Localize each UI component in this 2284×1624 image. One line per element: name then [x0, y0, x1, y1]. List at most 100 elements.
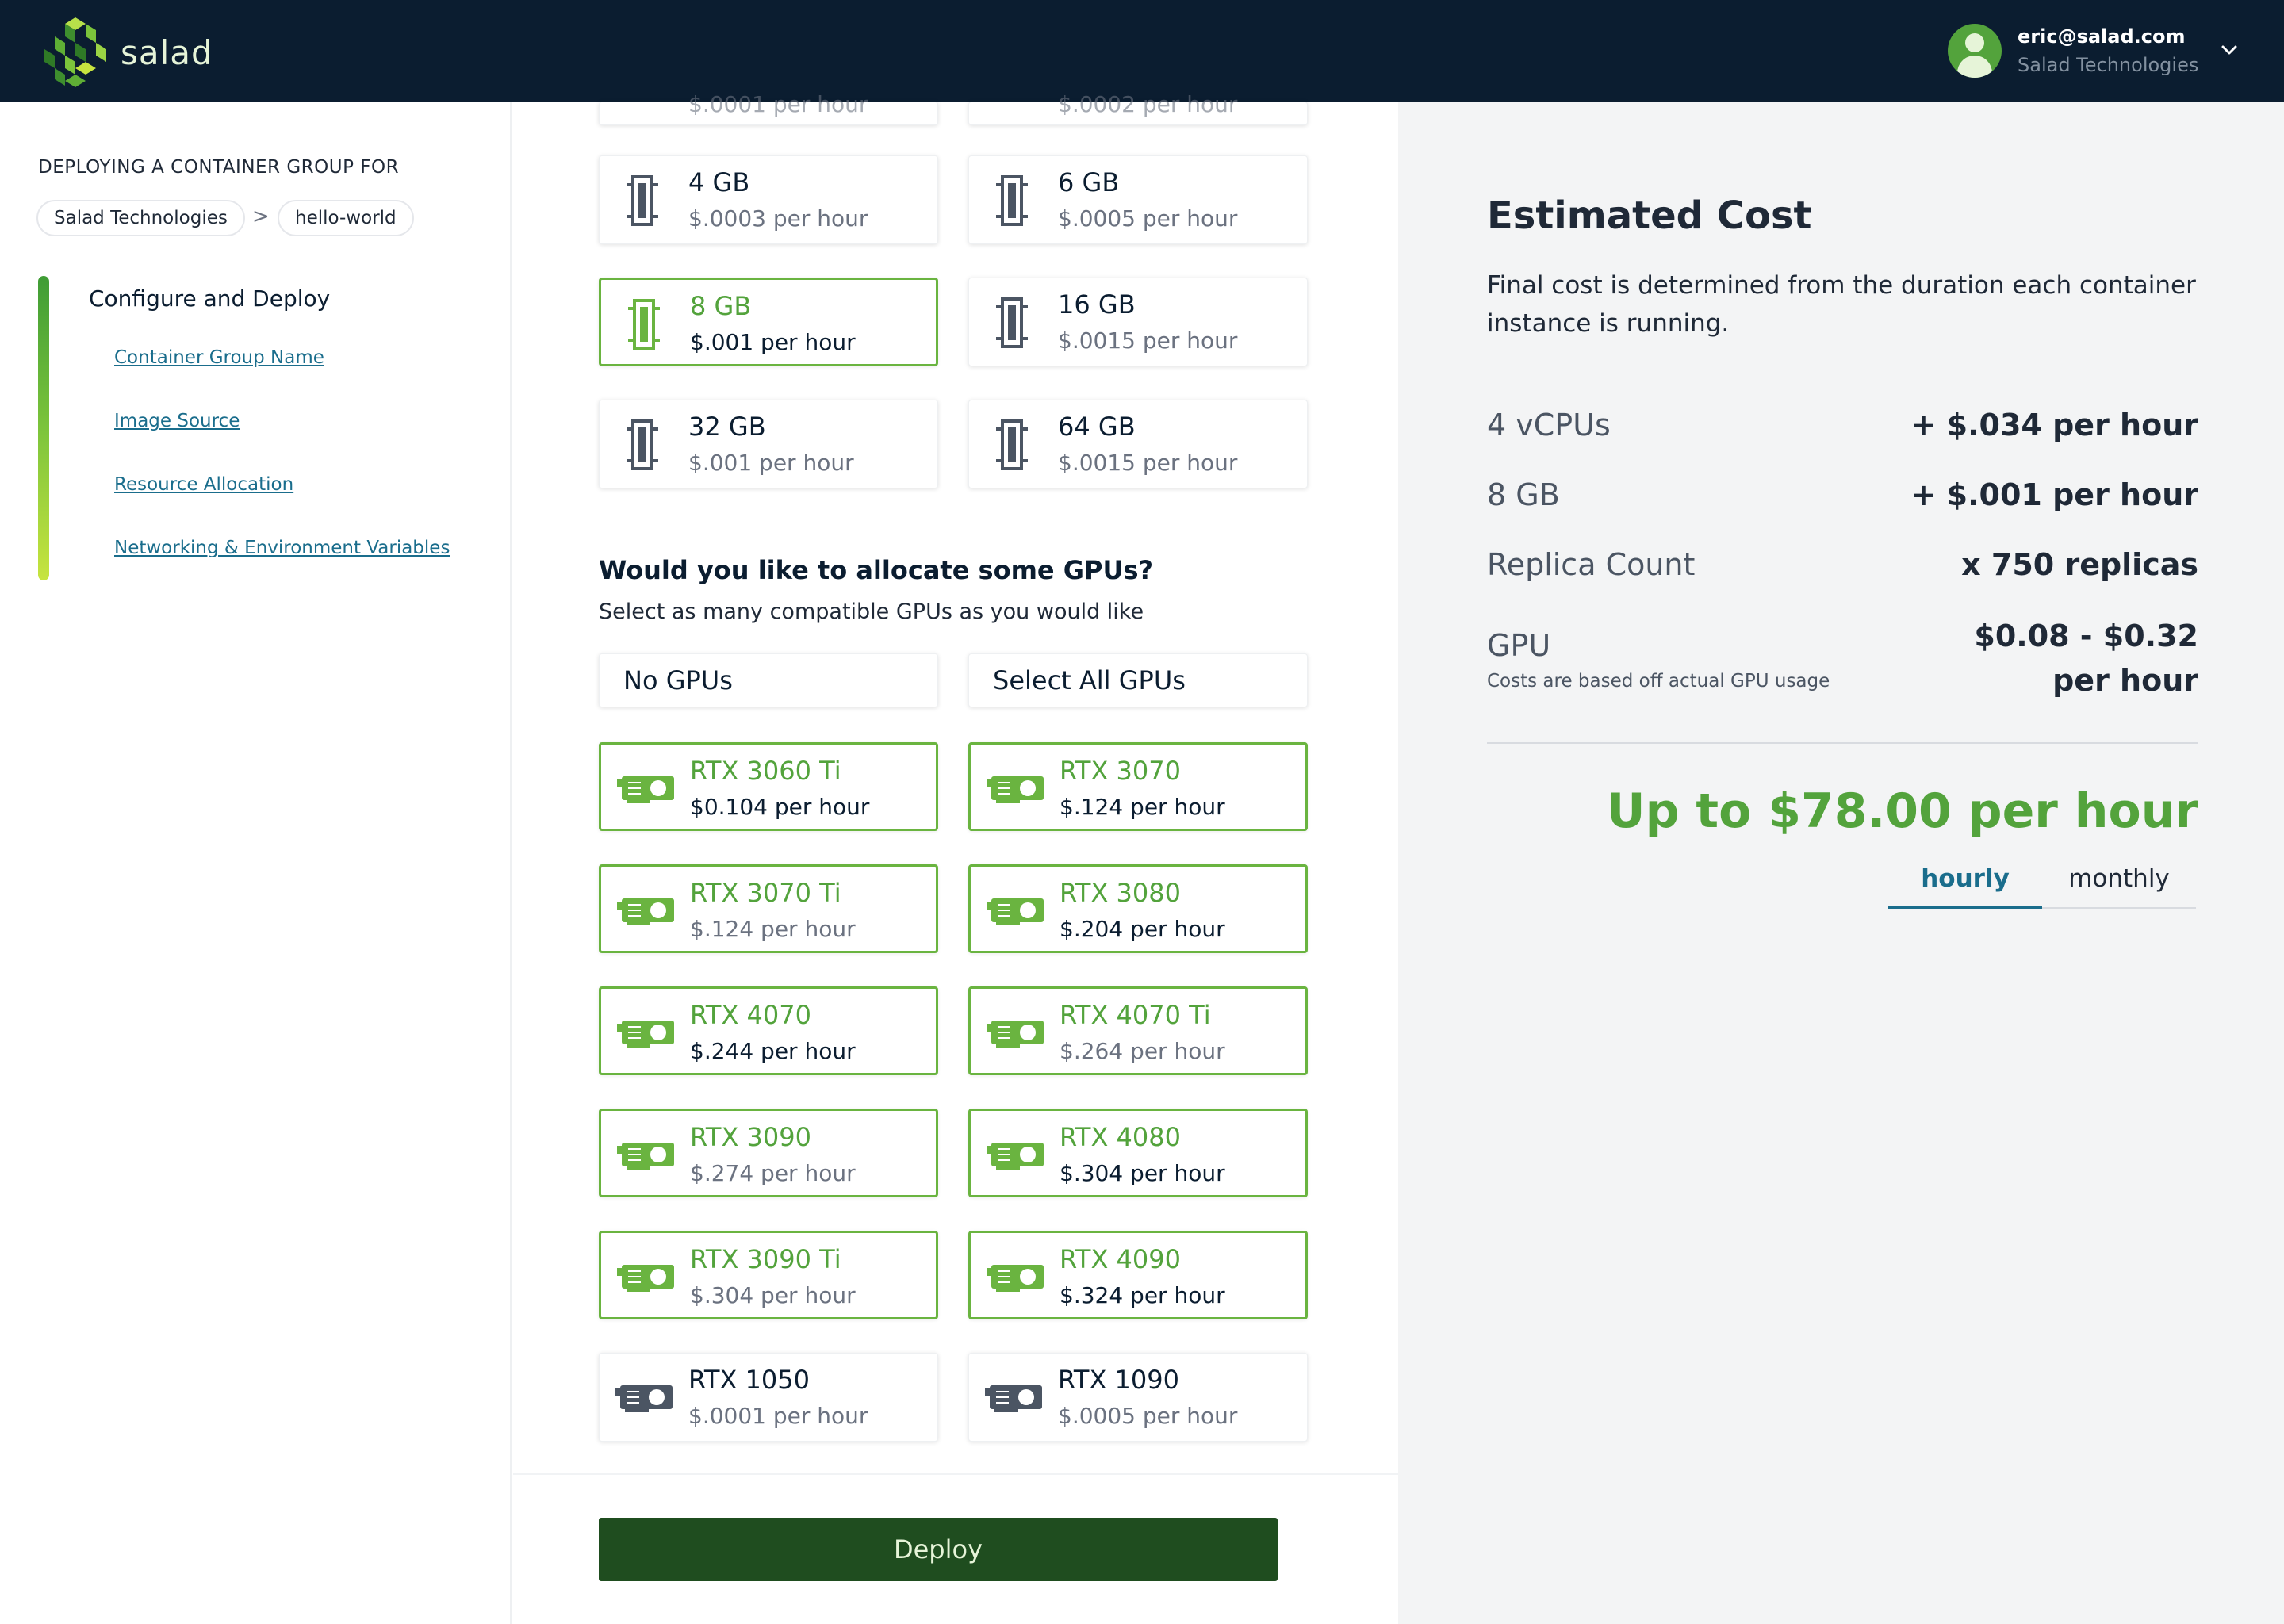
no-gpus-button[interactable]: No GPUs [599, 653, 938, 707]
step-title: Configure and Deploy [89, 285, 331, 312]
gpu-icon [615, 1385, 673, 1412]
gpu-icon [987, 1265, 1044, 1292]
ram-icon [996, 297, 1028, 348]
memory-price: $.001 per hour [690, 329, 856, 355]
memory-card-partial[interactable]: $.0001 per hour [599, 91, 938, 125]
gpu-name: RTX 1050 [688, 1365, 810, 1395]
gpu-name: RTX 4070 Ti [1060, 1000, 1211, 1030]
gpu-card-rtx-4070-ti[interactable]: RTX 4070 Ti $.264 per hour [968, 986, 1308, 1075]
memory-card-partial[interactable]: $.0002 per hour [968, 91, 1308, 125]
gpu-card-rtx-1050[interactable]: RTX 1050 $.0001 per hour [599, 1353, 938, 1442]
memory-name: 6 GB [1058, 167, 1120, 197]
gpu-card-rtx-3070-ti[interactable]: RTX 3070 Ti $.124 per hour [599, 864, 938, 953]
select-all-gpus-button[interactable]: Select All GPUs [968, 653, 1308, 707]
gpu-name: RTX 4080 [1060, 1122, 1181, 1152]
gpu-cost-label: GPU [1487, 628, 1551, 663]
gpu-card-rtx-1090[interactable]: RTX 1090 $.0005 per hour [968, 1353, 1308, 1442]
gpu-price: $.244 per hour [690, 1038, 856, 1064]
ram-icon [628, 299, 660, 350]
gpu-name: RTX 4070 [690, 1000, 811, 1030]
cost-row-value: + $.001 per hour [1910, 477, 2198, 512]
link-image-source[interactable]: Image Source [114, 411, 240, 431]
breadcrumb-org[interactable]: Salad Technologies [36, 200, 245, 236]
brand-name: salad [121, 33, 213, 72]
user-avatar-icon[interactable] [1948, 24, 2002, 78]
estimated-cost-description: Final cost is determined from the durati… [1487, 271, 2196, 338]
deploying-heading: DEPLOYING A CONTAINER GROUP FOR [38, 157, 400, 178]
left-sidebar: DEPLOYING A CONTAINER GROUP FOR Salad Te… [0, 102, 512, 1624]
memory-name: 4 GB [688, 167, 750, 197]
gpu-icon [985, 1385, 1042, 1412]
gpu-card-rtx-3080[interactable]: RTX 3080 $.204 per hour [968, 864, 1308, 953]
gpu-card-rtx-3090[interactable]: RTX 3090 $.274 per hour [599, 1109, 938, 1197]
gpu-card-rtx-3060-ti[interactable]: RTX 3060 Ti $0.104 per hour [599, 742, 938, 831]
gpu-card-rtx-4090[interactable]: RTX 4090 $.324 per hour [968, 1231, 1308, 1320]
ram-icon [996, 175, 1028, 226]
gpu-name: RTX 3060 Ti [690, 756, 841, 786]
gpu-icon [617, 776, 674, 803]
gpu-price: $.304 per hour [1060, 1160, 1225, 1186]
memory-price: $.001 per hour [688, 450, 854, 476]
gpu-price: $.0001 per hour [688, 1403, 868, 1429]
gpu-price: $.304 per hour [690, 1282, 856, 1308]
memory-card-32gb[interactable]: 32 GB $.001 per hour [599, 400, 938, 488]
gpu-price: $.324 per hour [1060, 1282, 1225, 1308]
link-networking-env[interactable]: Networking & Environment Variables [114, 538, 450, 558]
gpu-icon [617, 1265, 674, 1292]
resource-form: $.0001 per hour $.0002 per hour 4 GB $.0… [513, 91, 1398, 1624]
memory-price: $.0003 per hour [688, 205, 868, 232]
salad-logo-icon[interactable] [41, 14, 109, 89]
gpu-price: $.124 per hour [1060, 794, 1225, 820]
gpu-icon [617, 1143, 674, 1170]
total-cost: Up to $78.00 per hour [1606, 783, 2198, 839]
user-email[interactable]: eric@salad.com [2018, 25, 2186, 48]
ram-icon [627, 175, 658, 226]
ram-icon [627, 419, 658, 470]
gpu-icon [617, 898, 674, 925]
gpu-card-rtx-3090-ti[interactable]: RTX 3090 Ti $.304 per hour [599, 1231, 938, 1320]
tab-hourly[interactable]: hourly [1888, 864, 2042, 909]
estimated-cost-panel: Estimated Cost Final cost is determined … [1398, 102, 2284, 1624]
memory-name: 8 GB [690, 291, 752, 321]
gpu-name: RTX 3070 [1060, 756, 1181, 786]
link-container-group-name[interactable]: Container Group Name [114, 347, 324, 368]
memory-card-16gb[interactable]: 16 GB $.0015 per hour [968, 278, 1308, 366]
deploy-button[interactable]: Deploy [599, 1518, 1278, 1581]
link-resource-allocation[interactable]: Resource Allocation [114, 474, 293, 495]
gpu-question: Would you like to allocate some GPUs? [599, 555, 1154, 585]
step-progress-bar [38, 276, 49, 580]
gpu-icon [987, 1021, 1044, 1048]
gpu-name: RTX 1090 [1058, 1365, 1179, 1395]
memory-price: $.0005 per hour [1058, 205, 1238, 232]
gpu-card-rtx-4080[interactable]: RTX 4080 $.304 per hour [968, 1109, 1308, 1197]
gpu-card-rtx-3070[interactable]: RTX 3070 $.124 per hour [968, 742, 1308, 831]
cost-row-label: 4 vCPUs [1487, 408, 1611, 442]
memory-price: $.0015 per hour [1058, 327, 1238, 354]
gpu-price: $.0005 per hour [1058, 1403, 1238, 1429]
gpu-price: $.204 per hour [1060, 916, 1225, 942]
gpu-icon [987, 898, 1044, 925]
gpu-name: RTX 3090 [690, 1122, 811, 1152]
gpu-price: $.264 per hour [1060, 1038, 1225, 1064]
gpu-cost-unit: per hour [2052, 663, 2198, 698]
memory-name: 32 GB [688, 412, 766, 442]
top-bar: salad eric@salad.com Salad Technologies [0, 0, 2284, 102]
gpu-cost-range: $0.08 - $0.32 [1974, 619, 2198, 653]
breadcrumb-project[interactable]: hello-world [278, 200, 414, 236]
user-org: Salad Technologies [2018, 54, 2199, 76]
memory-card-6gb[interactable]: 6 GB $.0005 per hour [968, 155, 1308, 244]
cost-divider [1487, 742, 2198, 744]
gpu-price: $.274 per hour [690, 1160, 856, 1186]
gpu-card-rtx-4070[interactable]: RTX 4070 $.244 per hour [599, 986, 938, 1075]
memory-price: $.0001 per hour [688, 91, 868, 117]
ram-icon [996, 419, 1028, 470]
memory-card-4gb[interactable]: 4 GB $.0003 per hour [599, 155, 938, 244]
gpu-name: RTX 3080 [1060, 878, 1181, 908]
chevron-down-icon[interactable] [2217, 38, 2241, 62]
memory-card-8gb[interactable]: 8 GB $.001 per hour [599, 278, 938, 366]
cost-row-value: x 750 replicas [1961, 547, 2198, 582]
memory-card-64gb[interactable]: 64 GB $.0015 per hour [968, 400, 1308, 488]
tab-monthly[interactable]: monthly [2042, 864, 2196, 909]
gpu-name: RTX 3070 Ti [690, 878, 841, 908]
cost-row-label: 8 GB [1487, 477, 1560, 512]
